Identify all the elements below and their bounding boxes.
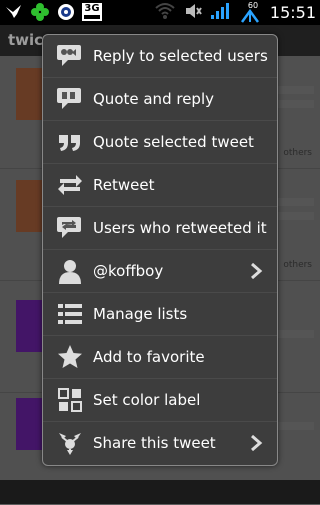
menu-item-quote-selected-tweet[interactable]: Quote selected tweet bbox=[43, 121, 277, 164]
menu-item-users-who-retweeted[interactable]: Users who retweeted it bbox=[43, 207, 277, 250]
clock: 15:51 bbox=[269, 3, 316, 22]
menu-item-add-to-favorite[interactable]: Add to favorite bbox=[43, 336, 277, 379]
bird-icon bbox=[4, 2, 24, 22]
clover-icon bbox=[30, 2, 50, 22]
wifi-icon bbox=[154, 2, 176, 24]
network-3g-icon: 3G bbox=[82, 3, 102, 21]
quote-icon bbox=[56, 128, 84, 156]
reply-users-icon bbox=[56, 42, 84, 70]
retweeted-users-icon bbox=[56, 214, 84, 242]
menu-item-quote-and-reply[interactable]: Quote and reply bbox=[43, 78, 277, 121]
menu-item-retweet[interactable]: Retweet bbox=[43, 164, 277, 207]
menu-item-label: Set color label bbox=[93, 391, 201, 409]
user-icon bbox=[56, 257, 84, 285]
chevron-right-icon bbox=[249, 262, 263, 280]
tweet-context-menu: Reply to selected users Quote and reply … bbox=[42, 34, 278, 466]
mute-icon bbox=[184, 2, 202, 24]
chevron-right-icon bbox=[249, 434, 263, 452]
list-icon bbox=[56, 300, 84, 328]
menu-item-label: Retweet bbox=[93, 176, 155, 194]
menu-item-share-tweet[interactable]: Share this tweet bbox=[43, 422, 277, 464]
notification-icons: 3G bbox=[4, 2, 102, 22]
menu-item-label: Quote and reply bbox=[93, 90, 214, 108]
star-icon bbox=[56, 343, 84, 371]
menu-item-label: Add to favorite bbox=[93, 348, 205, 366]
menu-item-label: Share this tweet bbox=[93, 434, 216, 452]
menu-item-label: Reply to selected users bbox=[93, 47, 268, 65]
signal-icon bbox=[210, 2, 230, 24]
quote-reply-icon bbox=[56, 85, 84, 113]
menu-item-manage-lists[interactable]: Manage lists bbox=[43, 293, 277, 336]
menu-item-label: @koffboy bbox=[93, 262, 164, 280]
menu-item-reply-selected-users[interactable]: Reply to selected users bbox=[43, 35, 277, 78]
menu-item-set-color-label[interactable]: Set color label bbox=[43, 379, 277, 422]
menu-item-user-koffboy[interactable]: @koffboy bbox=[43, 250, 277, 293]
system-indicators: 60 15:51 bbox=[154, 0, 316, 25]
menu-item-label: Users who retweeted it bbox=[93, 219, 267, 237]
share-icon bbox=[56, 429, 84, 457]
color-label-icon bbox=[56, 386, 84, 414]
status-bar: 3G 60 15:51 bbox=[0, 0, 320, 25]
menu-item-label: Quote selected tweet bbox=[93, 133, 254, 151]
sync-icon bbox=[56, 2, 76, 22]
menu-item-label: Manage lists bbox=[93, 305, 188, 323]
battery-icon: 60 bbox=[238, 1, 262, 24]
retweet-icon bbox=[56, 171, 84, 199]
